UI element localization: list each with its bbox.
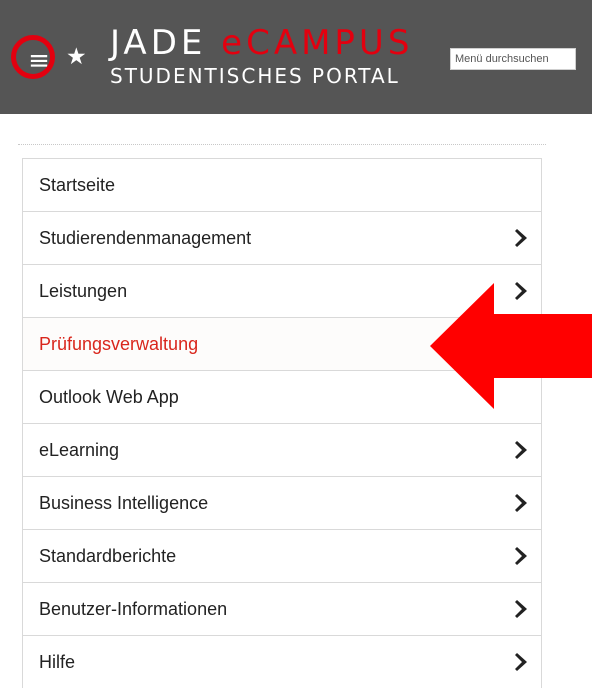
star-icon[interactable]: ★	[66, 44, 87, 70]
menu-item-label: Studierendenmanagement	[39, 227, 252, 248]
menu-item-label: Startseite	[39, 174, 116, 195]
chevron-right-icon[interactable]	[515, 653, 529, 671]
brand-title: JADE eCAMPUS	[110, 26, 413, 60]
menu-item-label: Business Intelligence	[39, 492, 209, 513]
menu-item-label: Leistungen	[39, 280, 128, 301]
portal-header: ≡ ★ JADE eCAMPUS STUDENTISCHES PORTAL	[0, 0, 592, 114]
brand-title-jade: JADE	[110, 23, 222, 63]
chevron-right-icon[interactable]	[515, 547, 529, 565]
menu-item[interactable]: Business Intelligence	[23, 476, 541, 529]
main-menu: Startseite Studierendenmanagement Leistung…	[22, 158, 542, 688]
menu-item-label: Outlook Web App	[39, 386, 179, 407]
menu-item[interactable]: eLearning	[23, 423, 541, 476]
menu-item-label: eLearning	[39, 439, 120, 460]
hamburger-menu-icon[interactable]: ≡	[20, 42, 58, 80]
menu-item[interactable]: Benutzer-Informationen	[23, 582, 541, 635]
menu-item-label: Prüfungsverwaltung	[39, 333, 199, 354]
menu-item-label: Standardberichte	[39, 545, 177, 566]
pointer-arrow-annotation	[430, 283, 592, 409]
brand-logo[interactable]: JADE eCAMPUS STUDENTISCHES PORTAL	[110, 26, 413, 86]
menu-item-label: Hilfe	[39, 651, 76, 672]
menu-item-label: Benutzer-Informationen	[39, 598, 228, 619]
chevron-right-icon[interactable]	[515, 600, 529, 618]
menu-item[interactable]: Standardberichte	[23, 529, 541, 582]
brand-title-ecampus: eCAMPUS	[221, 23, 414, 63]
menu-item[interactable]: Studierendenmanagement	[23, 211, 541, 264]
divider	[18, 144, 546, 145]
menu-item[interactable]: Startseite	[23, 158, 541, 211]
chevron-right-icon[interactable]	[515, 229, 529, 247]
menu-search-input[interactable]	[450, 48, 576, 70]
chevron-right-icon[interactable]	[515, 441, 529, 459]
menu-item[interactable]: Hilfe	[23, 635, 541, 688]
brand-subtitle: STUDENTISCHES PORTAL	[110, 64, 400, 88]
chevron-right-icon[interactable]	[515, 494, 529, 512]
